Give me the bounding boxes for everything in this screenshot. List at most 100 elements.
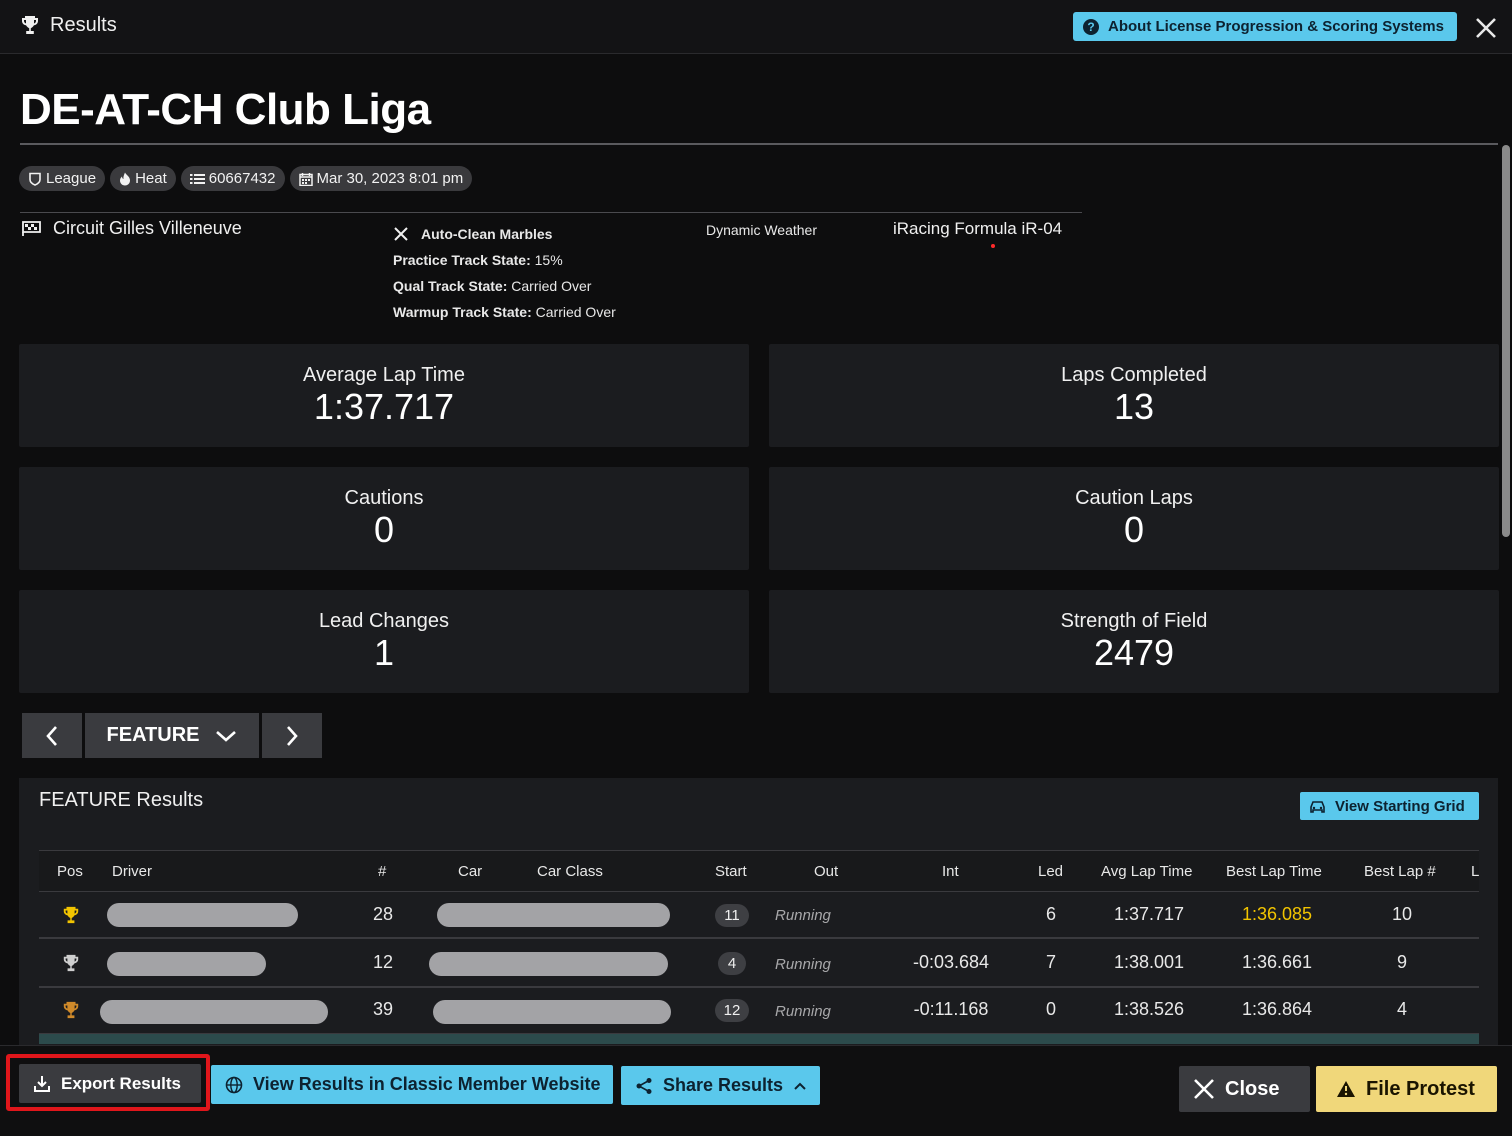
weather: Dynamic Weather <box>706 222 818 238</box>
file-protest-button[interactable]: File Protest <box>1316 1066 1497 1112</box>
trophy-silver-icon <box>63 954 79 972</box>
auto-clean-row: Auto-Clean Marbles <box>393 221 616 247</box>
chip-label: Mar 30, 2023 8:01 pm <box>316 170 464 187</box>
car-number: 39 <box>372 999 394 1019</box>
col-best-lap-number[interactable]: Best Lap # <box>1364 863 1436 880</box>
view-classic-website-label: View Results in Classic Member Website <box>253 1074 601 1094</box>
warmup-state: Warmup Track State: Carried Over <box>393 299 616 325</box>
warning-icon <box>1337 1081 1355 1097</box>
chip-league: League <box>19 166 106 191</box>
col-best-lap-time[interactable]: Best Lap Time <box>1226 863 1322 880</box>
results-title: FEATURE Results <box>39 789 204 811</box>
stat-value: 1 <box>373 632 395 673</box>
title-bar: Results ? About License Progression & Sc… <box>0 0 1512 54</box>
trophy-bronze-icon <box>63 1001 79 1019</box>
car-name: iRacing Formula iR-04 <box>893 219 1063 238</box>
share-results-button[interactable]: Share Results <box>621 1066 820 1105</box>
best-lap-number: 4 <box>1396 999 1407 1019</box>
table-row[interactable]: 28 11 Running 6 1:37.717 1:36.085 10 <box>39 892 1479 939</box>
stat-value: 13 <box>1113 386 1155 427</box>
stat-label: Average Lap Time <box>303 364 465 386</box>
divider <box>20 143 1498 145</box>
about-license-label: About License Progression & Scoring Syst… <box>1108 18 1444 35</box>
session-select[interactable]: FEATURE <box>85 713 259 758</box>
chevron-left-icon <box>46 725 57 746</box>
best-lap-time: 1:36.864 <box>1241 999 1313 1019</box>
status-dot <box>991 244 995 248</box>
view-starting-grid-label: View Starting Grid <box>1335 797 1465 815</box>
car-number: 28 <box>372 904 394 924</box>
driver-name-redacted[interactable] <box>107 903 298 927</box>
interval: -0:03.684 <box>912 952 990 972</box>
col-number[interactable]: # <box>378 863 386 880</box>
driver-name-redacted[interactable] <box>100 1000 328 1024</box>
laps-led: 7 <box>1045 952 1056 972</box>
stat-label: Strength of Field <box>1060 610 1208 632</box>
results-panel: FEATURE Results View Starting Grid Pos D… <box>19 778 1498 1045</box>
track-conditions: Auto-Clean Marbles Practice Track State:… <box>393 221 616 325</box>
stat-strength-of-field: Strength of Field 2479 <box>769 590 1499 693</box>
col-avg-lap-time[interactable]: Avg Lap Time <box>1101 863 1192 880</box>
driver-name-redacted[interactable] <box>107 952 266 976</box>
col-start[interactable]: Start <box>715 863 747 880</box>
footer-bar: Export Results View Results in Classic M… <box>0 1045 1512 1136</box>
about-license-button[interactable]: ? About License Progression & Scoring Sy… <box>1073 12 1457 41</box>
out-status: Running <box>775 956 831 973</box>
warmup-label: Warmup Track State: <box>393 304 532 320</box>
qual-label: Qual Track State: <box>393 278 508 294</box>
session-select-label: FEATURE <box>106 724 200 746</box>
share-icon <box>636 1077 652 1094</box>
laps-led: 6 <box>1045 904 1056 924</box>
col-int[interactable]: Int <box>942 863 959 880</box>
stat-caution-laps: Caution Laps 0 <box>769 467 1499 570</box>
close-button[interactable]: Close <box>1179 1066 1310 1112</box>
chevron-right-icon <box>287 725 298 746</box>
laps-led: 0 <box>1045 999 1056 1019</box>
col-car[interactable]: Car <box>458 863 482 880</box>
car-redacted <box>429 952 668 976</box>
view-classic-website-button[interactable]: View Results in Classic Member Website <box>211 1065 613 1104</box>
col-led[interactable]: Led <box>1038 863 1063 880</box>
table-row[interactable]: 39 12 Running -0:11.168 0 1:38.526 1:36.… <box>39 988 1479 1035</box>
track-name: Circuit Gilles Villeneuve <box>53 218 242 238</box>
file-protest-label: File Protest <box>1366 1077 1475 1100</box>
col-driver[interactable]: Driver <box>112 863 152 880</box>
stat-label: Cautions <box>344 487 424 509</box>
previous-session-button[interactable] <box>22 713 82 758</box>
car-redacted <box>433 1000 671 1024</box>
auto-clean-label: Auto-Clean Marbles <box>421 226 553 242</box>
trophy-gold-icon <box>63 906 79 924</box>
next-session-button[interactable] <box>262 713 322 758</box>
globe-icon <box>225 1076 243 1093</box>
chevron-down-icon <box>216 730 237 742</box>
stat-lead-changes: Lead Changes 1 <box>19 590 749 693</box>
out-status: Running <box>775 1003 831 1020</box>
practice-label: Practice Track State: <box>393 252 531 268</box>
session-navigator: FEATURE <box>22 713 322 758</box>
table-row[interactable]: 12 4 Running -0:03.684 7 1:38.001 1:36.6… <box>39 941 1479 988</box>
scrollbar[interactable] <box>1502 145 1510 537</box>
col-car-class[interactable]: Car Class <box>537 863 603 880</box>
qual-value: Carried Over <box>511 278 592 294</box>
col-laps[interactable]: L <box>1471 863 1479 880</box>
window-title: Results <box>50 14 117 36</box>
chip-heat: Heat <box>110 166 176 191</box>
avg-lap-time: 1:38.526 <box>1113 999 1185 1019</box>
practice-value: 15% <box>534 252 563 268</box>
event-title: DE-AT-CH Club Liga <box>20 85 431 134</box>
car-icon <box>1310 800 1325 813</box>
practice-state: Practice Track State: 15% <box>393 247 616 273</box>
stat-average-lap-time: Average Lap Time 1:37.717 <box>19 344 749 447</box>
chip-label: 60667432 <box>208 170 276 187</box>
view-starting-grid-button[interactable]: View Starting Grid <box>1300 792 1479 820</box>
warmup-value: Carried Over <box>535 304 616 320</box>
interval: -0:11.168 <box>913 999 989 1019</box>
col-out[interactable]: Out <box>814 863 838 880</box>
close-icon <box>1194 1079 1214 1099</box>
start-position: 11 <box>715 904 749 927</box>
col-pos[interactable]: Pos <box>57 863 83 880</box>
start-position: 12 <box>715 999 749 1022</box>
chip-date: Mar 30, 2023 8:01 pm <box>289 166 473 191</box>
x-icon <box>394 227 408 241</box>
close-icon[interactable] <box>1474 16 1498 40</box>
